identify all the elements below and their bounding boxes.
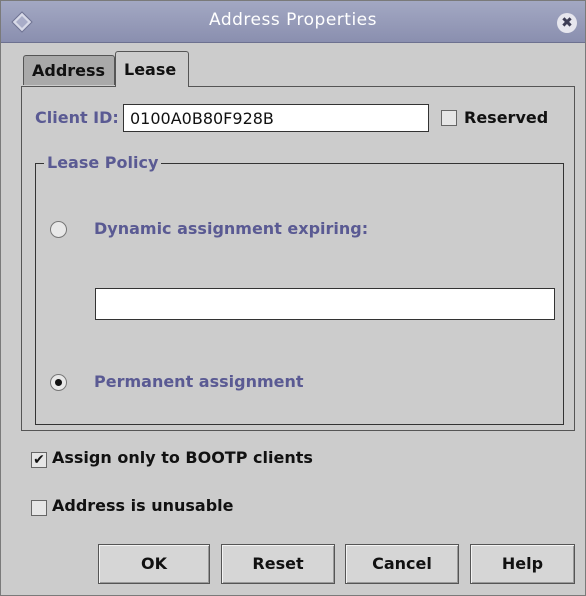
title-bar[interactable]: Address Properties ✖ (1, 1, 585, 43)
dynamic-assignment-label: Dynamic assignment expiring: (94, 219, 369, 238)
close-icon[interactable]: ✖ (557, 13, 577, 33)
reserved-checkbox[interactable] (441, 110, 457, 126)
bootp-only-label: Assign only to BOOTP clients (52, 448, 313, 467)
address-unusable-label: Address is unusable (52, 496, 234, 515)
permanent-assignment-radio[interactable] (50, 374, 67, 391)
reset-button[interactable]: Reset (221, 544, 335, 584)
address-properties-dialog: Address Properties ✖ Address Lease Clien… (0, 0, 586, 596)
dynamic-assignment-radio[interactable] (50, 221, 67, 238)
lease-policy-group: Lease Policy Dynamic assignment expiring… (35, 153, 564, 425)
ok-button[interactable]: OK (98, 544, 210, 584)
tab-address[interactable]: Address (23, 55, 115, 85)
tab-lease[interactable]: Lease (115, 51, 189, 87)
cancel-button[interactable]: Cancel (345, 544, 459, 584)
window-title: Address Properties (208, 10, 378, 30)
help-button[interactable]: Help (470, 544, 575, 584)
permanent-assignment-label: Permanent assignment (94, 372, 304, 391)
address-unusable-checkbox[interactable] (31, 500, 47, 516)
client-id-input[interactable] (123, 104, 429, 132)
expiration-input[interactable] (95, 288, 555, 320)
lease-tab-panel: Client ID: Reserved Lease Policy Dynamic… (21, 86, 575, 431)
reserved-label: Reserved (464, 108, 549, 127)
lease-policy-title: Lease Policy (44, 153, 162, 172)
bootp-only-checkbox[interactable]: ✔ (31, 452, 47, 468)
client-id-label: Client ID: (35, 108, 119, 127)
